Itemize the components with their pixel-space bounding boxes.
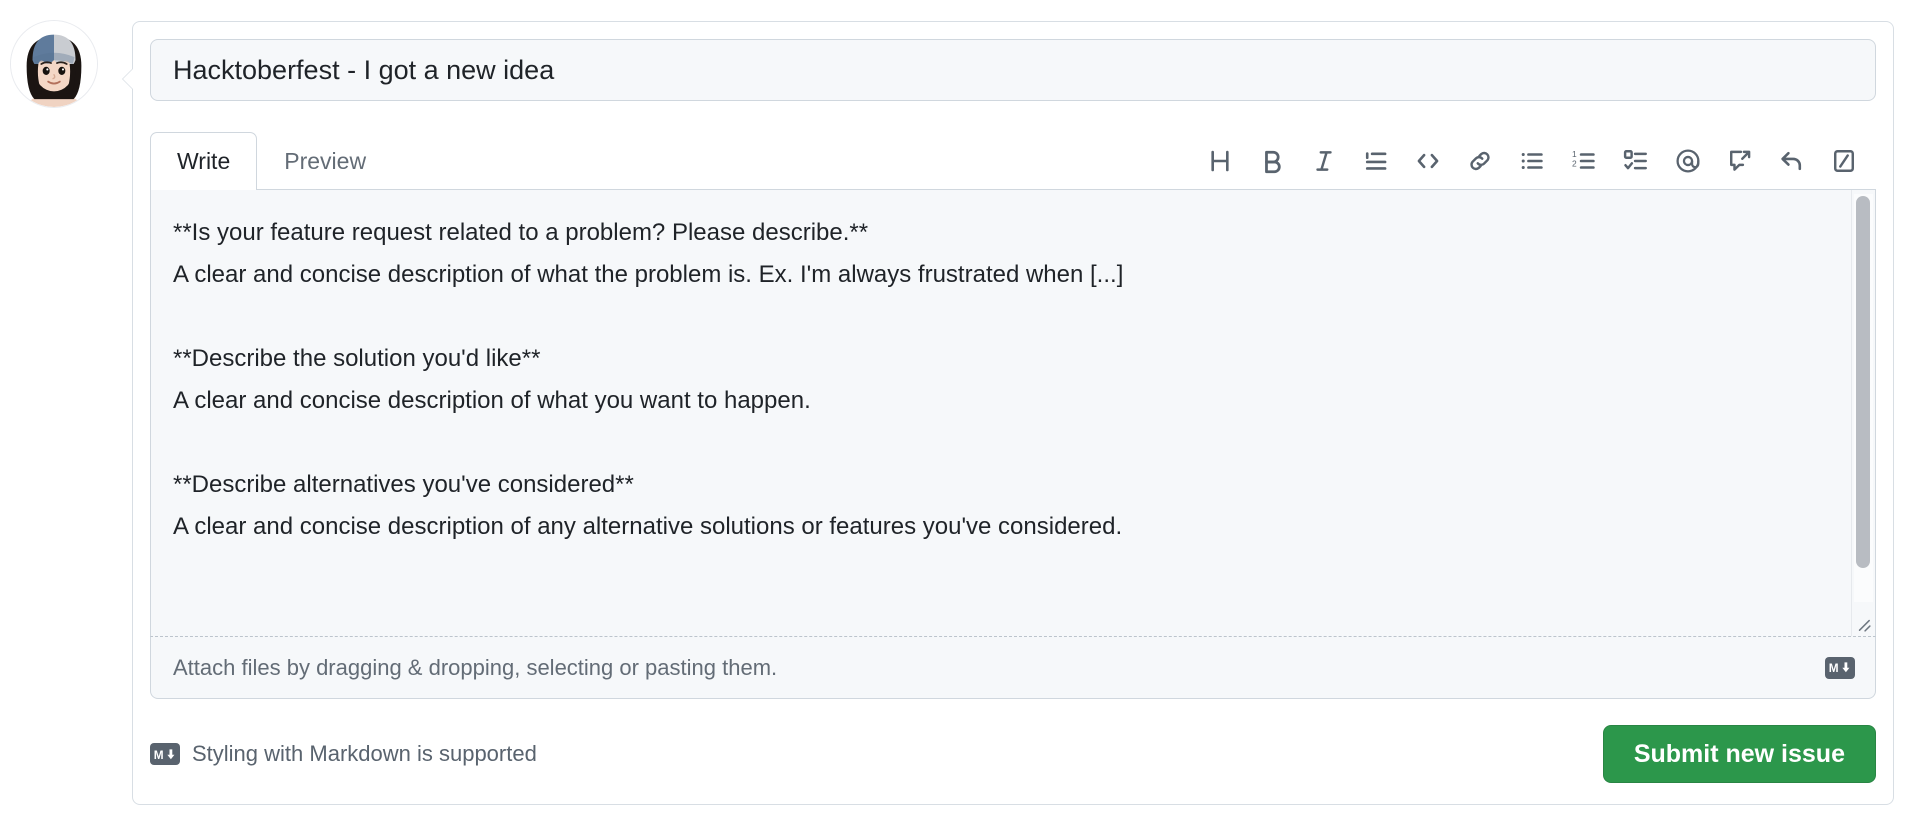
submit-new-issue-button[interactable]: Submit new issue [1603,725,1876,783]
svg-text:M: M [154,748,164,761]
markdown-glyph-icon: M [1828,660,1852,675]
ordered-list-button[interactable]: 1 2 [1562,139,1606,183]
bold-button[interactable] [1250,139,1294,183]
mention-icon [1675,148,1701,174]
code-icon [1415,148,1441,174]
slash-command-icon [1831,148,1857,174]
markdown-glyph-icon: M [153,747,177,762]
italic-icon [1311,148,1337,174]
issue-composer-card: Write Preview [132,21,1894,805]
code-button[interactable] [1406,139,1450,183]
ordered-list-icon: 1 2 [1571,148,1597,174]
markdown-icon: M [1825,657,1855,679]
unordered-list-icon [1519,148,1545,174]
issue-body-textarea[interactable]: **Is your feature request related to a p… [151,190,1851,636]
markdown-help-link[interactable]: M Styling with Markdown is supported [150,741,537,767]
quote-button[interactable] [1354,139,1398,183]
editor-body: **Is your feature request related to a p… [150,190,1876,637]
issue-title-input[interactable] [150,39,1876,101]
tab-preview[interactable]: Preview [257,132,393,189]
attach-files-label: Attach files by dragging & dropping, sel… [173,655,777,681]
heading-button[interactable] [1198,139,1242,183]
title-row [150,39,1876,101]
task-list-button[interactable] [1614,139,1658,183]
avatar[interactable] [10,20,98,108]
attach-files-dropzone[interactable]: Attach files by dragging & dropping, sel… [150,637,1876,699]
markdown-badge[interactable]: M [1825,657,1855,679]
italic-button[interactable] [1302,139,1346,183]
comment-tail-fill [123,69,133,89]
link-button[interactable] [1458,139,1502,183]
quote-icon [1363,148,1389,174]
unordered-list-button[interactable] [1510,139,1554,183]
markdown-help-label: Styling with Markdown is supported [192,741,537,767]
editor-scrollbar[interactable] [1851,190,1875,636]
link-icon [1467,148,1493,174]
reply-button[interactable] [1770,139,1814,183]
composer-footer: M Styling with Markdown is supported Sub… [150,722,1876,786]
resize-handle[interactable] [1852,613,1874,635]
editor-tabstrip: Write Preview [150,133,1876,190]
memoji-avatar-icon [11,21,97,107]
svg-text:M: M [1829,662,1839,675]
mention-button[interactable] [1666,139,1710,183]
task-list-icon [1623,148,1649,174]
reply-icon [1779,148,1805,174]
tab-write[interactable]: Write [150,132,257,189]
resize-grip-icon [1852,613,1874,635]
slash-command-button[interactable] [1822,139,1866,183]
markdown-icon: M [150,743,180,765]
scrollbar-thumb[interactable] [1856,196,1870,568]
avatar-image[interactable] [10,20,98,108]
heading-icon [1207,148,1233,174]
cross-reference-icon [1727,148,1753,174]
svg-text:2: 2 [1572,158,1577,168]
markdown-toolbar: 1 2 [1194,132,1876,189]
bold-icon [1259,148,1285,174]
editor-tabs: Write Preview [150,133,393,189]
new-issue-page: Write Preview [0,0,1916,822]
cross-reference-button[interactable] [1718,139,1762,183]
svg-text:1: 1 [1572,148,1577,158]
